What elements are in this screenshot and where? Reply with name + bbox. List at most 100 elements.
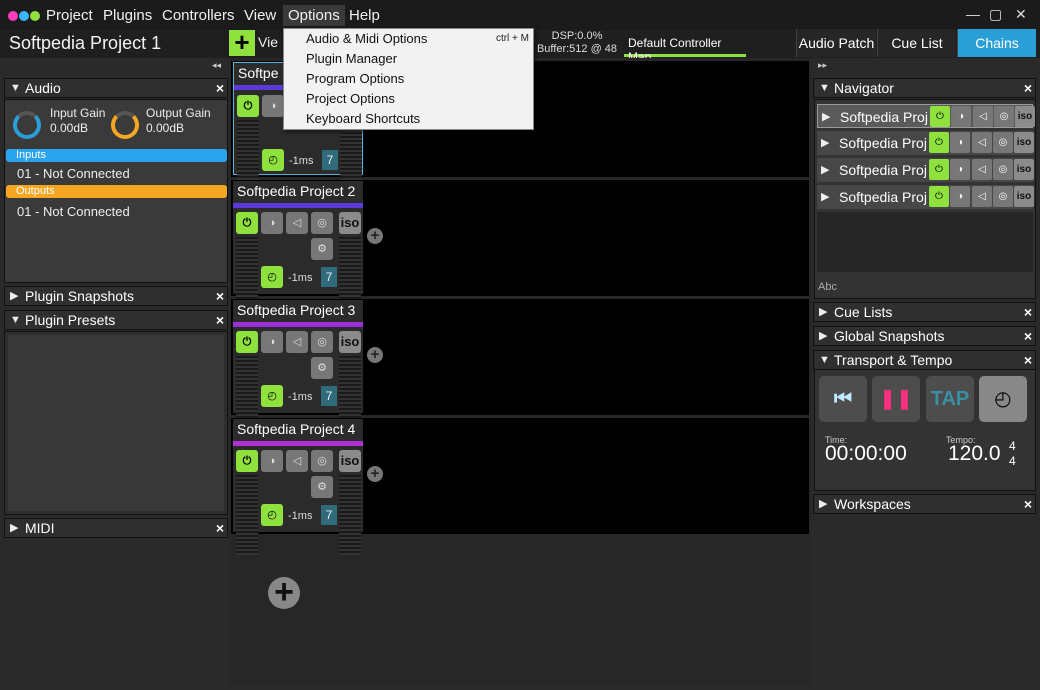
controller-map-button[interactable]: Default Controller Map <box>624 30 746 64</box>
chain-strip[interactable]: Softpedia Project 4 ⏻ ◑ ◁ ◎ iso ⚙ ◴ -1ms… <box>233 419 363 555</box>
headphones-icon[interactable]: ◎ <box>311 331 333 353</box>
input-gain-knob[interactable] <box>13 111 41 139</box>
gear-icon[interactable]: ⚙ <box>311 357 333 379</box>
time-signature-bottom[interactable]: 4 <box>1009 454 1016 468</box>
iso-button[interactable]: iso <box>1015 106 1035 127</box>
output-gain-knob[interactable] <box>111 111 139 139</box>
tempo-value[interactable]: 120.0 <box>948 442 1001 466</box>
clock-icon[interactable]: ◴ <box>261 385 283 407</box>
speaker-icon[interactable]: ◁ <box>286 212 308 234</box>
menu-item-keyboard-shortcuts[interactable]: Keyboard Shortcuts <box>306 111 420 126</box>
power-icon[interactable]: ⏻ <box>929 186 949 207</box>
transport-header[interactable]: ▼ Transport & Tempo × <box>813 350 1036 370</box>
chain-strip[interactable]: Softpedia Project 3 ⏻ ◑ ◁ ◎ iso ⚙ ◴ -1ms… <box>233 300 363 436</box>
close-icon[interactable]: × <box>216 311 224 329</box>
add-plugin-button[interactable]: + <box>367 228 383 244</box>
power-icon[interactable]: ⏻ <box>236 331 258 353</box>
project-title[interactable]: Softpedia Project 1 <box>9 33 161 54</box>
navigator-row[interactable]: ▶ Softpedia Proj ⏻ ◑ ◁ ◎ iso <box>817 131 1034 155</box>
channel-count[interactable]: 7 <box>322 150 338 170</box>
maximize-icon[interactable]: ▢ <box>989 6 1002 23</box>
tab-chains[interactable]: Chains <box>957 29 1036 57</box>
menu-options[interactable]: Options <box>283 5 345 26</box>
close-icon[interactable]: × <box>1024 495 1032 513</box>
add-chain-plus-icon[interactable]: + <box>268 575 300 609</box>
iso-button[interactable]: iso <box>339 331 361 353</box>
headphones-icon[interactable]: ◎ <box>993 186 1013 207</box>
plugin-snapshots-header[interactable]: ▶ Plugin Snapshots × <box>4 286 228 306</box>
power-icon[interactable]: ⏻ <box>237 95 259 117</box>
close-icon[interactable]: × <box>216 79 224 97</box>
monitor-icon[interactable]: ◑ <box>950 186 970 207</box>
tap-tempo-button[interactable]: TAP <box>926 376 974 422</box>
speaker-icon[interactable]: ◁ <box>286 450 308 472</box>
close-icon[interactable]: × <box>216 287 224 305</box>
close-icon[interactable]: × <box>1024 351 1032 369</box>
time-value[interactable]: 00:00:00 <box>825 442 907 466</box>
chain-strip[interactable]: Softpedia Project 2 ⏻ ◑ ◁ ◎ iso ⚙ ◴ -1ms… <box>233 181 363 317</box>
speaker-icon[interactable]: ◁ <box>972 132 992 153</box>
global-snapshots-header[interactable]: ▶ Global Snapshots × <box>813 326 1036 346</box>
rewind-icon[interactable]: ⏮ <box>819 376 867 422</box>
pause-icon[interactable]: ❚❚ <box>872 376 920 422</box>
iso-button[interactable]: iso <box>1014 132 1034 153</box>
iso-button[interactable]: iso <box>339 450 361 472</box>
collapse-left-icon[interactable]: ◂◂ <box>212 60 221 71</box>
power-icon[interactable]: ⏻ <box>236 212 258 234</box>
monitor-icon[interactable]: ◑ <box>950 132 970 153</box>
iso-button[interactable]: iso <box>339 212 361 234</box>
monitor-icon[interactable]: ◑ <box>950 159 970 180</box>
add-chain-button[interactable]: + <box>229 29 255 56</box>
iso-button[interactable]: iso <box>1014 186 1034 207</box>
close-icon[interactable]: × <box>1024 303 1032 321</box>
time-signature-top[interactable]: 4 <box>1009 439 1016 453</box>
clock-icon[interactable]: ◴ <box>262 149 284 171</box>
headphones-icon[interactable]: ◎ <box>993 132 1013 153</box>
add-plugin-button[interactable]: + <box>367 466 383 482</box>
headphones-icon[interactable]: ◎ <box>311 450 333 472</box>
menu-item-audio-midi-options[interactable]: Audio & Midi Options <box>306 31 427 46</box>
view-button[interactable]: Vie <box>258 34 278 50</box>
tab-audio-patch[interactable]: Audio Patch <box>796 29 876 57</box>
menu-project[interactable]: Project <box>46 7 93 24</box>
clock-icon[interactable]: ◴ <box>979 376 1027 422</box>
speaker-icon[interactable]: ◁ <box>972 186 992 207</box>
navigator-row[interactable]: ▶ Softpedia Proj ⏻ ◑ ◁ ◎ iso <box>817 104 1035 128</box>
monitor-icon[interactable]: ◑ <box>261 331 283 353</box>
channel-count[interactable]: 7 <box>321 267 337 287</box>
headphones-icon[interactable]: ◎ <box>994 106 1014 127</box>
monitor-icon[interactable]: ◑ <box>951 106 971 127</box>
tab-cue-list[interactable]: Cue List <box>877 29 956 57</box>
navigator-row[interactable]: ▶ Softpedia Proj ⏻ ◑ ◁ ◎ iso <box>817 185 1034 209</box>
power-icon[interactable]: ⏻ <box>929 159 949 180</box>
plugin-presets-header[interactable]: ▼ Plugin Presets × <box>4 310 228 330</box>
speaker-icon[interactable]: ◁ <box>972 159 992 180</box>
menu-plugins[interactable]: Plugins <box>103 7 152 24</box>
iso-button[interactable]: iso <box>1014 159 1034 180</box>
menu-item-plugin-manager[interactable]: Plugin Manager <box>306 51 397 66</box>
minimize-icon[interactable]: — <box>966 6 980 22</box>
cue-lists-header[interactable]: ▶ Cue Lists × <box>813 302 1036 322</box>
gear-icon[interactable]: ⚙ <box>311 476 333 498</box>
input-connection[interactable]: 01 - Not Connected <box>17 166 130 181</box>
speaker-icon[interactable]: ◁ <box>973 106 993 127</box>
channel-count[interactable]: 7 <box>321 386 337 406</box>
monitor-icon[interactable]: ◑ <box>261 212 283 234</box>
expand-right-icon[interactable]: ▸▸ <box>818 60 827 71</box>
monitor-icon[interactable]: ◑ <box>261 450 283 472</box>
add-plugin-button[interactable]: + <box>367 347 383 363</box>
channel-count[interactable]: 7 <box>321 505 337 525</box>
close-icon[interactable]: ✕ <box>1015 6 1027 23</box>
power-icon[interactable]: ⏻ <box>929 132 949 153</box>
close-icon[interactable]: × <box>216 519 224 537</box>
close-icon[interactable]: × <box>1024 79 1032 97</box>
navigator-row[interactable]: ▶ Softpedia Proj ⏻ ◑ ◁ ◎ iso <box>817 158 1034 182</box>
menu-controllers[interactable]: Controllers <box>162 7 235 24</box>
clock-icon[interactable]: ◴ <box>261 266 283 288</box>
power-icon[interactable]: ⏻ <box>930 106 950 127</box>
monitor-icon[interactable]: ◑ <box>262 95 284 117</box>
clock-icon[interactable]: ◴ <box>261 504 283 526</box>
workspaces-header[interactable]: ▶ Workspaces × <box>813 494 1036 514</box>
navigator-overview[interactable] <box>817 212 1033 272</box>
navigator-header[interactable]: ▼ Navigator × <box>813 78 1036 98</box>
